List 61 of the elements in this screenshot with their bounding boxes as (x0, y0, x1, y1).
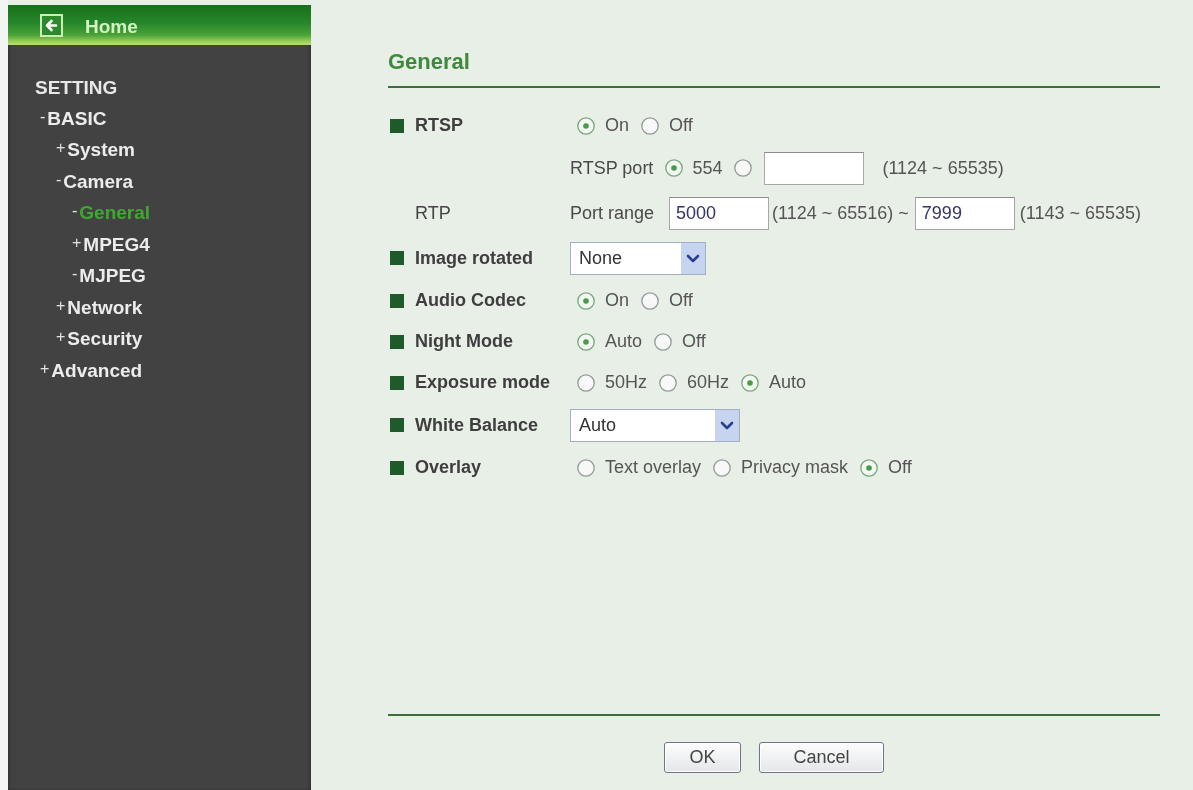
option-label: Off (682, 331, 706, 352)
field-caption: RTSP port (570, 157, 654, 179)
tree-item[interactable]: $^{-}$MJPEG (72, 261, 146, 293)
field-label: Exposure mode (415, 372, 551, 393)
field-caption: Port range (570, 202, 655, 224)
radio-button[interactable] (734, 159, 753, 177)
text-field[interactable] (764, 151, 865, 185)
radio-button[interactable] (577, 373, 595, 392)
radio-button[interactable] (713, 458, 732, 477)
radio-button[interactable] (860, 458, 879, 477)
option-label: 554 (692, 157, 723, 179)
tree-item[interactable]: $^{+}$System (56, 135, 135, 167)
field-label: RTP (415, 202, 451, 224)
tree-item[interactable]: $^{+}$Security (56, 324, 143, 356)
radio-button[interactable] (577, 291, 595, 310)
tree-item[interactable]: $^{-}$General (72, 198, 151, 230)
cancel-button[interactable]: Cancel (759, 742, 884, 773)
tree-item[interactable]: $^{+}$Advanced (40, 355, 143, 387)
option-label: 60Hz (687, 372, 730, 393)
field-label: RTSP (415, 115, 463, 136)
ok-button[interactable]: OK (664, 742, 741, 773)
tree-item[interactable]: $^{+}$MPEG4 (72, 229, 150, 261)
sidebar-heading: SETTING (35, 76, 118, 100)
option-label: Privacy mask (741, 457, 849, 478)
radio-button[interactable] (641, 291, 659, 310)
field-label: Audio Codec (415, 290, 526, 311)
radio-button[interactable] (641, 116, 659, 135)
option-label: Off (669, 115, 693, 136)
radio-button[interactable] (577, 458, 595, 477)
option-label: Auto (769, 372, 807, 393)
range-separator: ~ (898, 202, 909, 224)
chevron-down-icon (681, 242, 705, 274)
field-label: Night Mode (415, 331, 513, 352)
dropdown[interactable]: None (570, 241, 706, 275)
option-label: 50Hz (605, 372, 648, 393)
text-field[interactable]: 5000 (669, 196, 770, 230)
page-title: General (388, 49, 470, 75)
field-label: White Balance (415, 414, 539, 436)
option-label: Text overlay (605, 457, 702, 478)
radio-button[interactable] (577, 116, 595, 135)
option-label: On (605, 115, 629, 136)
tree-item[interactable]: $^{-}$Camera (56, 166, 134, 198)
option-label: Off (888, 457, 912, 478)
radio-button[interactable] (741, 373, 760, 392)
radio-button[interactable] (659, 373, 678, 392)
range-hint: (1124 ~ 65516) (772, 202, 894, 224)
tree-item[interactable]: $^{+}$Network (56, 292, 143, 324)
option-label: On (605, 290, 629, 311)
dropdown[interactable]: Auto (570, 408, 740, 442)
radio-button[interactable] (665, 159, 684, 177)
range-hint: (1124 ~ 65535) (882, 157, 1004, 179)
chevron-down-icon (715, 409, 739, 441)
radio-button[interactable] (654, 332, 673, 351)
field-label: Image rotated (415, 247, 534, 269)
range-hint: (1143 ~ 65535) (1019, 202, 1142, 224)
field-label: Overlay (415, 457, 482, 478)
option-label: Off (669, 290, 693, 311)
text-field[interactable]: 7999 (914, 196, 1015, 230)
tree-item[interactable]: $^{-}$BASIC (40, 103, 107, 135)
option-label: Auto (605, 331, 643, 352)
radio-button[interactable] (577, 332, 595, 351)
